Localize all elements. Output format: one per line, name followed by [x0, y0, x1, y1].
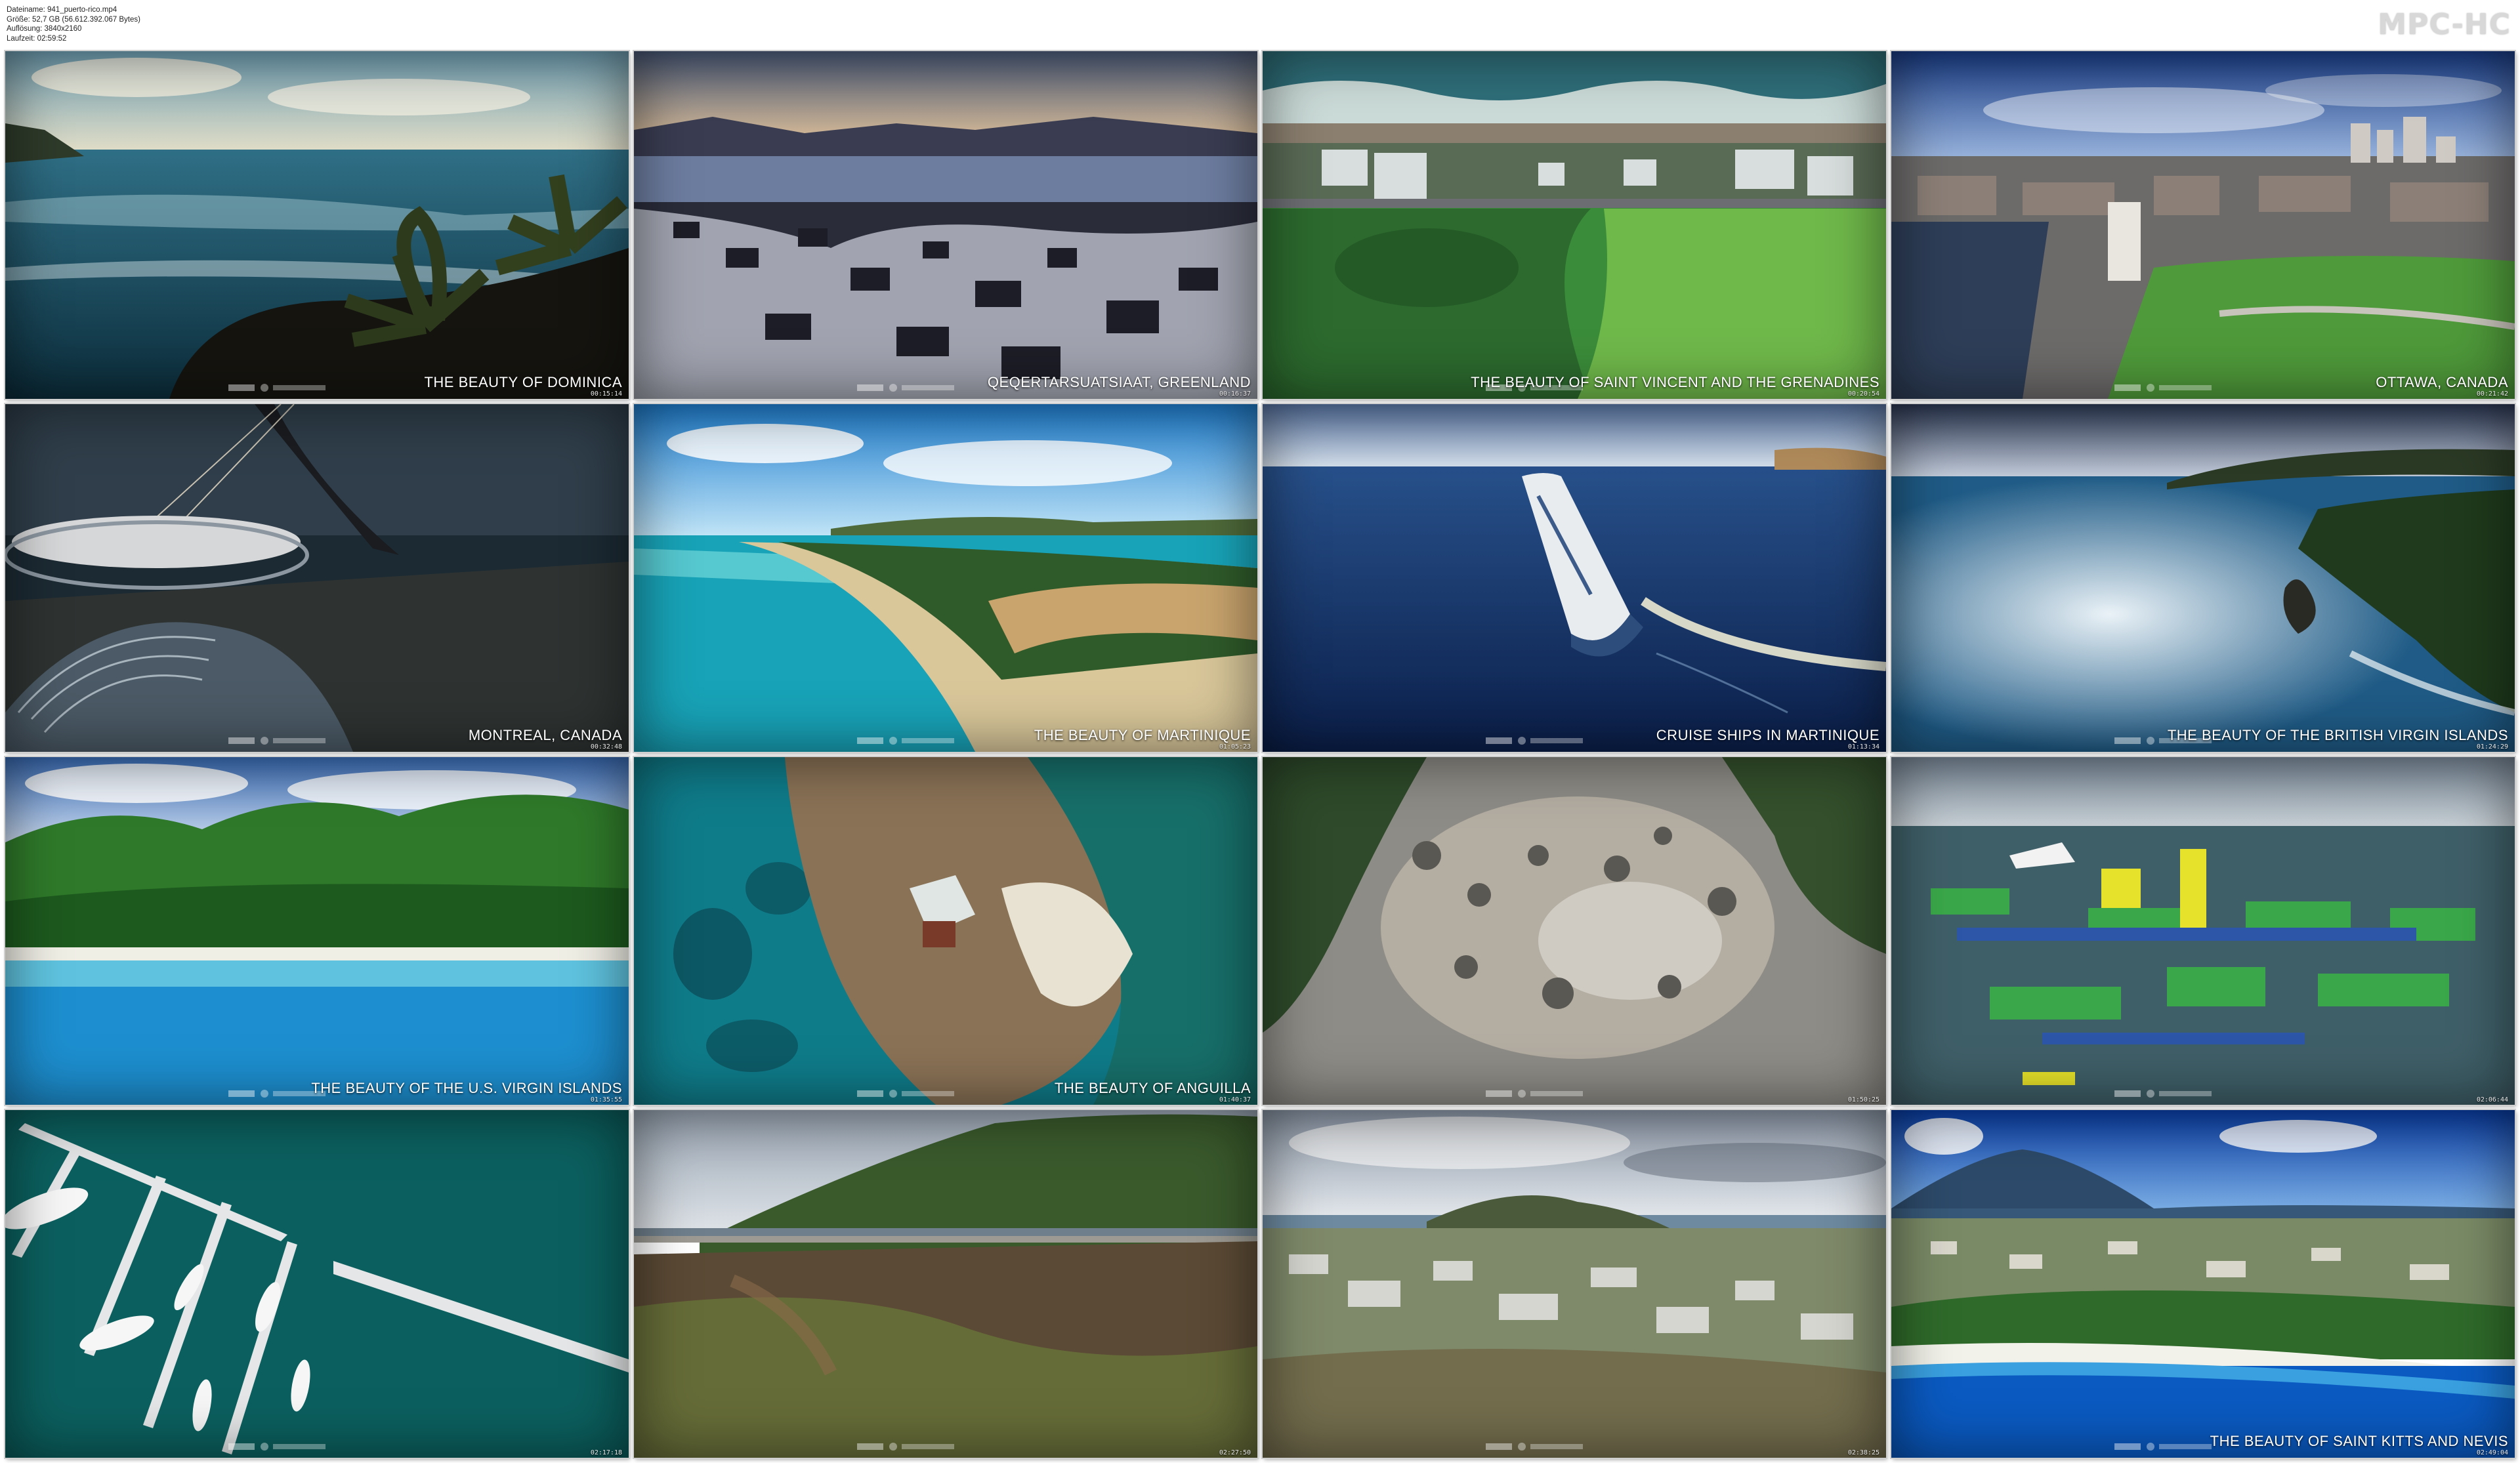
thumbnail-tile: The Beauty of the U.S. Virgin Islands 01:…	[5, 757, 629, 1105]
thumbnail-image	[1891, 51, 2515, 399]
watermark-logo-icon	[1486, 1443, 1583, 1451]
thumbnail-caption: Cruise Ships in Martinique	[1656, 727, 1880, 743]
thumbnail-caption: Montreal, Canada	[468, 727, 622, 743]
thumbnail-tile: The Beauty of Martinique 01:05:23	[634, 404, 1257, 752]
watermark-logo-icon	[2114, 1090, 2212, 1098]
thumbnail-timestamp: 02:49:04	[2476, 1449, 2508, 1456]
thumbnail-tile: Montreal, Canada 00:32:48	[5, 404, 629, 752]
thumbnail-caption: Ottawa, Canada	[2376, 374, 2508, 390]
thumbnail-timestamp: 01:35:55	[590, 1096, 622, 1103]
mpc-hc-logo: MPC-HC	[2378, 8, 2511, 41]
thumbnail-tile: Cruise Ships in Martinique 01:13:34	[1263, 404, 1886, 752]
thumbnail-caption: The Beauty of the British Virgin Islands	[2167, 727, 2508, 743]
thumbnail-caption: The Beauty of Saint Vincent and the Gren…	[1471, 374, 1880, 390]
thumbnail-image	[1263, 757, 1886, 1105]
thumbnail-caption: The Beauty of Anguilla	[1054, 1080, 1251, 1096]
thumbnail-timestamp: 02:27:50	[1219, 1449, 1251, 1456]
thumbnail-image	[5, 404, 629, 752]
watermark-logo-icon	[228, 1443, 326, 1451]
thumbnail-timestamp: 00:15:14	[590, 390, 622, 398]
thumbnail-timestamp: 02:17:18	[590, 1449, 622, 1456]
thumbnail-timestamp: 01:50:25	[1847, 1096, 1880, 1103]
thumbnail-tile: Qeqertarsuatsiaat, Greenland 00:16:37	[634, 51, 1257, 399]
thumbnail-tile: 02:06:44	[1891, 757, 2515, 1105]
thumbnail-image	[634, 757, 1257, 1105]
thumbnail-timestamp: 00:20:54	[1847, 390, 1880, 398]
thumbnail-timestamp: 02:06:44	[2476, 1096, 2508, 1103]
thumbnail-image	[634, 51, 1257, 399]
thumbnail-caption: Qeqertarsuatsiaat, Greenland	[987, 374, 1251, 390]
thumbnail-image	[634, 404, 1257, 752]
thumbnail-timestamp: 01:40:37	[1219, 1096, 1251, 1103]
watermark-logo-icon	[857, 1443, 954, 1451]
thumbnail-timestamp: 01:24:29	[2476, 743, 2508, 751]
thumbnail-timestamp: 00:32:48	[590, 743, 622, 751]
file-info: Dateiname: 941_puerto-rico.mp4 Größe: 52…	[7, 5, 140, 43]
thumbnail-image	[5, 51, 629, 399]
thumbnail-image	[5, 1110, 629, 1458]
thumbnail-tile: 02:27:50	[634, 1110, 1257, 1458]
thumbnail-timestamp: 02:38:25	[1847, 1449, 1880, 1456]
thumbnail-image	[634, 1110, 1257, 1458]
thumbnail-image	[1891, 404, 2515, 752]
thumbnail-timestamp: 00:16:37	[1219, 390, 1251, 398]
thumbnail-image	[1263, 404, 1886, 752]
file-info-header: Dateiname: 941_puerto-rico.mp4 Größe: 52…	[0, 0, 2520, 51]
thumbnail-timestamp: 01:05:23	[1219, 743, 1251, 751]
watermark-logo-icon	[228, 737, 326, 745]
file-duration: Laufzeit: 02:59:52	[7, 34, 67, 43]
thumbnail-caption: The Beauty of Dominica	[424, 374, 622, 390]
file-size: Größe: 52,7 GB (56.612.392.067 Bytes)	[7, 15, 140, 24]
watermark-logo-icon	[2114, 1443, 2212, 1451]
thumbnail-caption: The Beauty of Saint Kitts and Nevis	[2210, 1433, 2508, 1449]
thumbnail-image	[1263, 1110, 1886, 1458]
thumbnail-tile: The Beauty of Saint Kitts and Nevis 02:49…	[1891, 1110, 2515, 1458]
file-name: Dateiname: 941_puerto-rico.mp4	[7, 6, 117, 14]
thumbnail-grid: The Beauty of Dominica 00:15:14 Qeqertars…	[5, 51, 2515, 1458]
watermark-logo-icon	[857, 384, 954, 392]
thumbnail-caption: The Beauty of Martinique	[1034, 727, 1251, 743]
watermark-logo-icon	[857, 737, 954, 745]
watermark-logo-icon	[857, 1090, 954, 1098]
thumbnail-caption: The Beauty of the U.S. Virgin Islands	[311, 1080, 622, 1096]
thumbnail-tile: The Beauty of Anguilla 01:40:37	[634, 757, 1257, 1105]
thumbnail-tile: The Beauty of Dominica 00:15:14	[5, 51, 629, 399]
thumbnail-image	[1891, 1110, 2515, 1458]
thumbnail-image	[1891, 757, 2515, 1105]
thumbnail-tile: Ottawa, Canada 00:21:42	[1891, 51, 2515, 399]
file-resolution: Auflösung: 3840x2160	[7, 25, 82, 33]
watermark-logo-icon	[1486, 737, 1583, 745]
thumbnail-timestamp: 00:21:42	[2476, 390, 2508, 398]
watermark-logo-icon	[1486, 1090, 1583, 1098]
thumbnail-tile: The Beauty of the British Virgin Islands…	[1891, 404, 2515, 752]
watermark-logo-icon	[2114, 384, 2212, 392]
thumbnail-tile: 02:38:25	[1263, 1110, 1886, 1458]
thumbnail-image	[5, 757, 629, 1105]
thumbnail-tile: The Beauty of Saint Vincent and the Gren…	[1263, 51, 1886, 399]
thumbnail-tile: 01:50:25	[1263, 757, 1886, 1105]
thumbnail-tile: 02:17:18	[5, 1110, 629, 1458]
watermark-logo-icon	[228, 384, 326, 392]
thumbnail-timestamp: 01:13:34	[1847, 743, 1880, 751]
thumbnail-image	[1263, 51, 1886, 399]
